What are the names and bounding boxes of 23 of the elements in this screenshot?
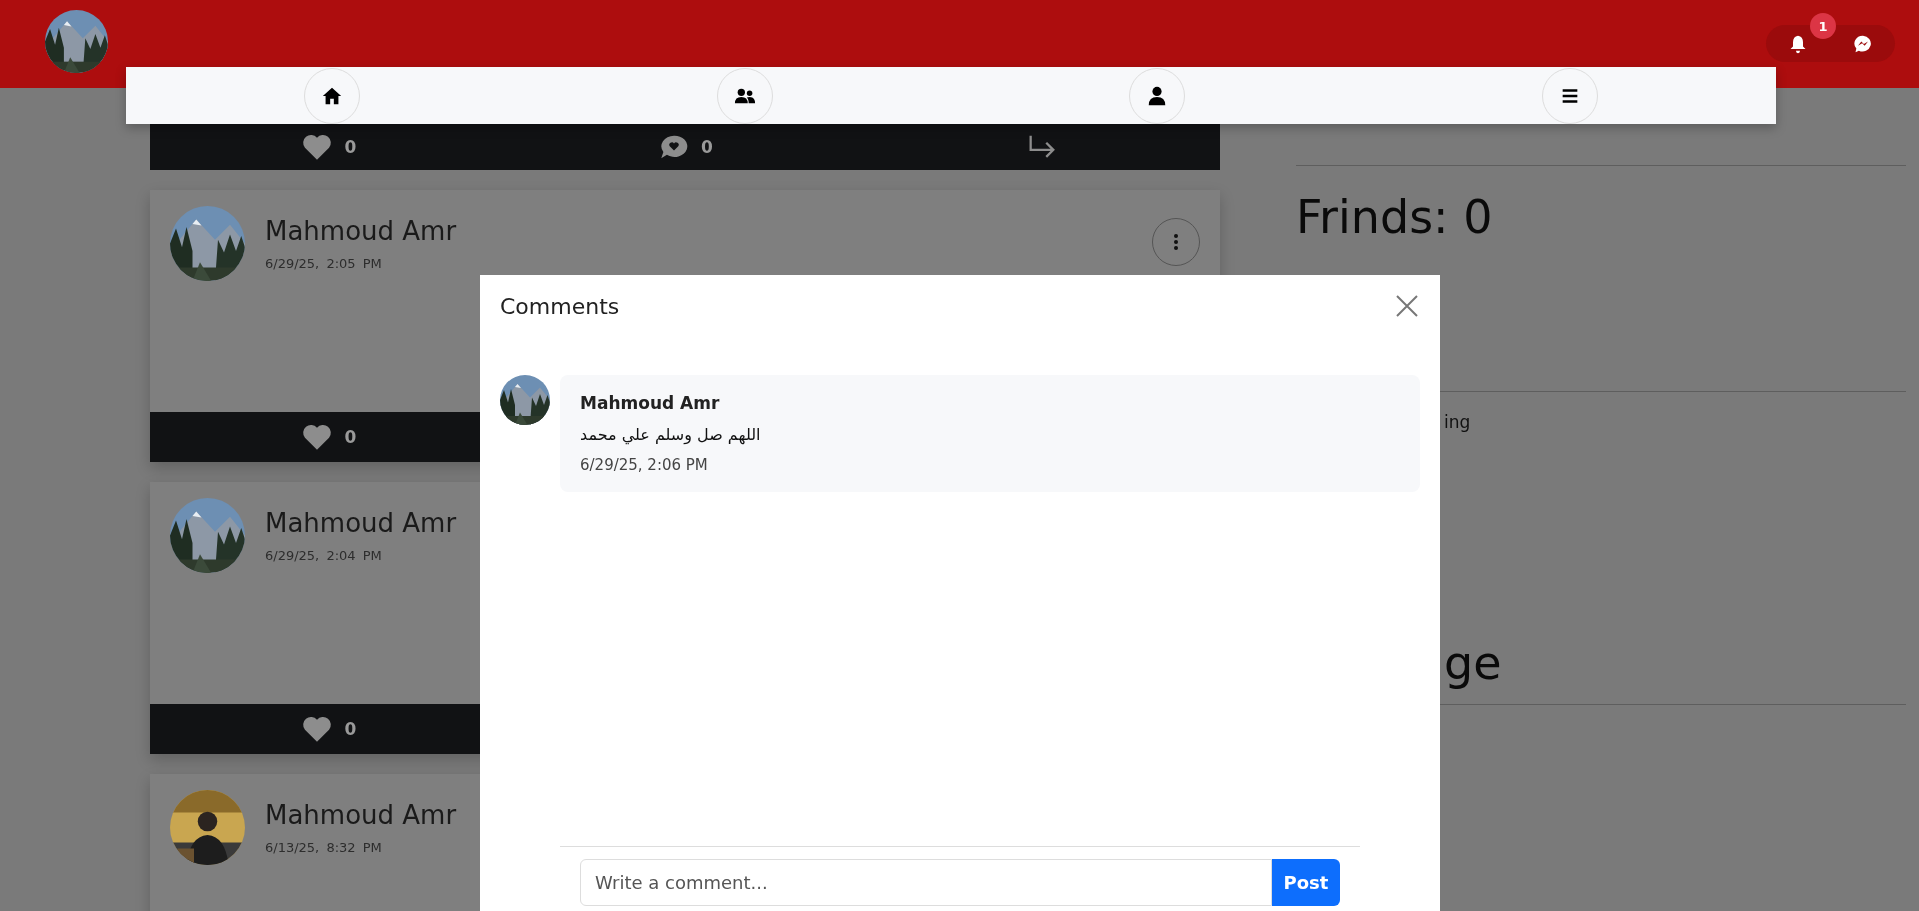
- like-count: 0: [344, 719, 357, 739]
- friends-count: Frinds: 0: [1296, 190, 1494, 244]
- dialog-title: Comments: [500, 293, 620, 319]
- kebab-icon: [1173, 233, 1179, 251]
- post-author: Mahmoud Amr: [265, 800, 457, 830]
- close-button[interactable]: [1394, 293, 1420, 319]
- comment-time: 6/29/25, 2:06 PM: [580, 456, 709, 474]
- post-time: 6/29/25, 2:05 PM: [265, 256, 383, 271]
- comment-text: اللهم صل وسلم علي محمد: [580, 425, 761, 444]
- post-author: Mahmoud Amr: [265, 216, 457, 246]
- comment-input[interactable]: Write a comment...: [580, 859, 1272, 906]
- like-count: 0: [344, 137, 357, 157]
- comment-author: Mahmoud Amr: [580, 393, 721, 413]
- like-count: 0: [344, 427, 357, 447]
- messenger-icon[interactable]: [1852, 33, 1873, 54]
- sidebar-heading: ge: [1444, 636, 1503, 690]
- post-button[interactable]: Post: [1272, 859, 1340, 906]
- post-author: Mahmoud Amr: [265, 508, 457, 538]
- comment-count: 0: [701, 137, 713, 157]
- notification-badge: 1: [1810, 13, 1836, 39]
- post-time: 6/29/25, 2:04 PM: [265, 548, 383, 563]
- sidebar-text: ing: [1444, 412, 1472, 432]
- post-time: 6/13/25, 8:32 PM: [265, 840, 383, 855]
